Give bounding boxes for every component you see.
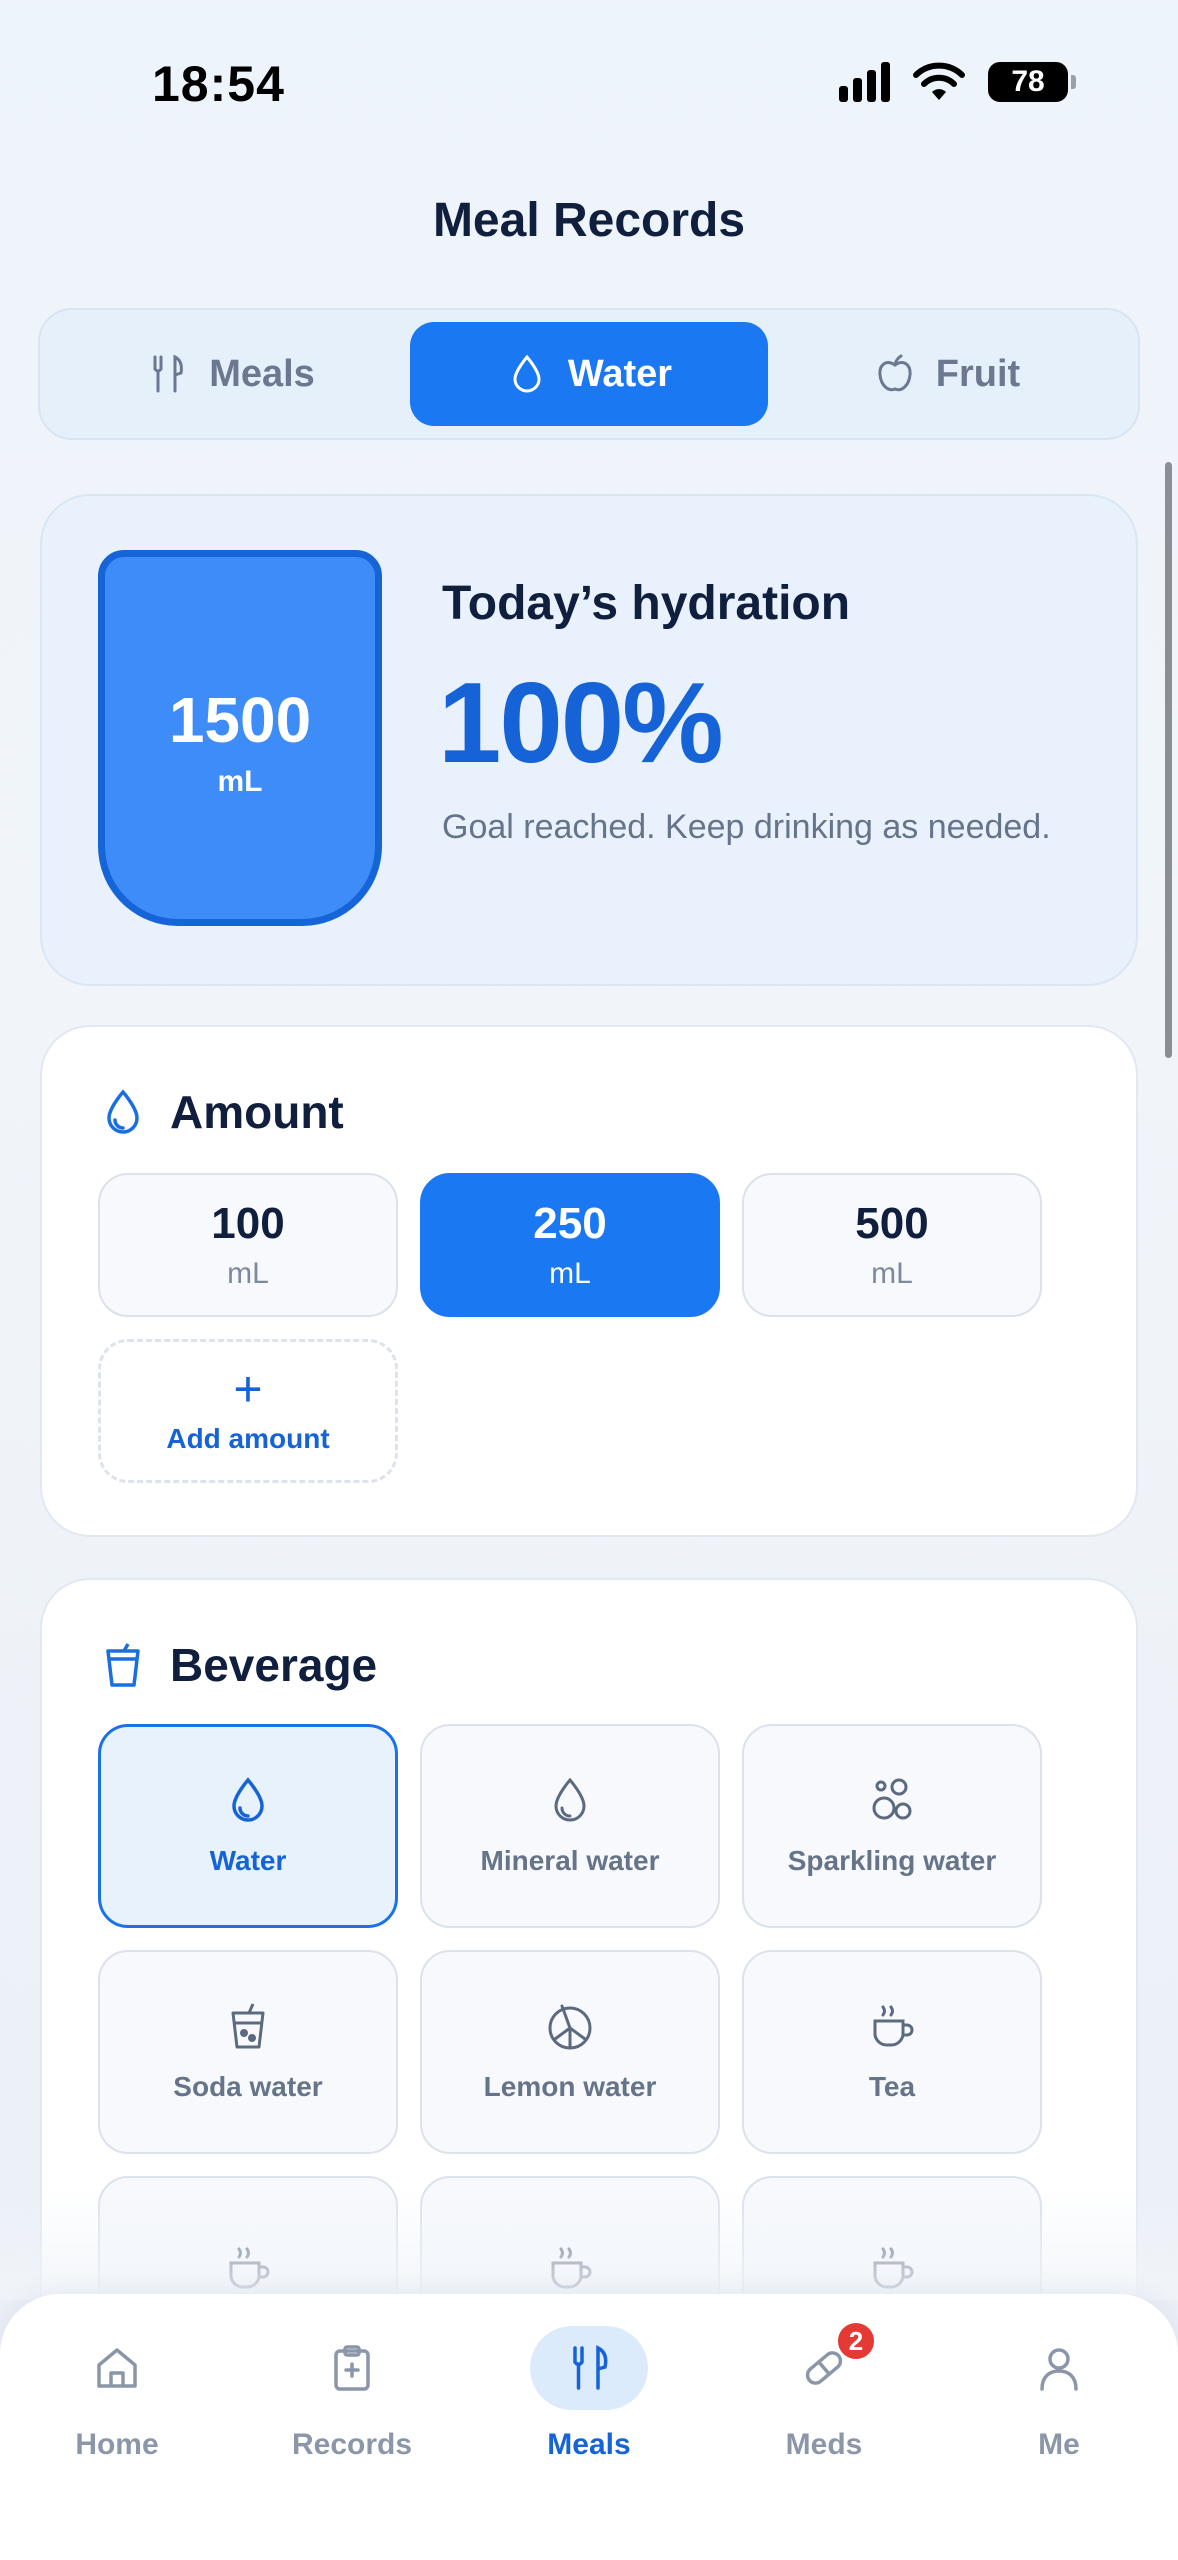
hydration-percent: 100% bbox=[438, 660, 724, 787]
amount-option-250[interactable]: 250 mL bbox=[420, 1173, 720, 1317]
status-bar: 18:54 78 bbox=[0, 0, 1178, 170]
beverage-mineral-water[interactable]: Mineral water bbox=[420, 1724, 720, 1928]
battery-icon: 78 bbox=[988, 62, 1076, 102]
beverage-soda-water[interactable]: Soda water bbox=[98, 1950, 398, 2154]
tabbar-home[interactable]: Home bbox=[17, 2326, 217, 2462]
plus-icon: + bbox=[233, 1361, 263, 1417]
beverage-label: Soda water bbox=[173, 2071, 323, 2102]
scrollbar[interactable] bbox=[1165, 462, 1172, 1058]
tab-fruit[interactable]: Fruit bbox=[768, 322, 1126, 426]
tab-label: Home bbox=[75, 2428, 159, 2461]
beverage-sparkling-water[interactable]: Sparkling water bbox=[742, 1724, 1042, 1928]
bubbles-icon bbox=[872, 1778, 912, 1820]
amount-header: Amount bbox=[102, 1085, 344, 1139]
wifi-icon bbox=[913, 62, 965, 100]
signal-icon bbox=[839, 62, 890, 102]
meds-badge: 2 bbox=[835, 2320, 877, 2362]
tab-label: Records bbox=[291, 2428, 413, 2461]
droplet-outline-icon bbox=[554, 1777, 586, 1822]
beverage-tea[interactable]: Tea bbox=[742, 1950, 1042, 2154]
amount-option-100[interactable]: 100 mL bbox=[98, 1173, 398, 1317]
user-icon bbox=[1040, 2348, 1078, 2391]
soda-cup-icon bbox=[231, 2003, 265, 2049]
record-type-tabs: Meals Water Fruit bbox=[38, 308, 1140, 440]
amount-unit: mL bbox=[871, 1257, 913, 1290]
tab-water-label: Water bbox=[567, 352, 673, 395]
utensils-icon bbox=[153, 354, 184, 393]
amount-value: 100 bbox=[211, 1199, 285, 1248]
clipboard-icon bbox=[334, 2345, 370, 2391]
hydration-title: Today’s hydration bbox=[442, 577, 851, 630]
beverage-label: Mineral water bbox=[480, 1845, 660, 1876]
hydration-card: 1500 mL Today’s hydration 100% Goal reac… bbox=[40, 494, 1138, 986]
cup-icon bbox=[106, 1643, 140, 1687]
apple-icon bbox=[878, 354, 912, 392]
amount-value: 250 bbox=[533, 1199, 607, 1248]
tabbar-me[interactable]: Me bbox=[959, 2326, 1159, 2462]
droplet-icon bbox=[232, 1777, 264, 1822]
tab-icon bbox=[530, 2326, 648, 2410]
tea-cup-icon bbox=[873, 2005, 914, 2047]
tabbar-meds[interactable]: 2 Meds bbox=[724, 2320, 924, 2462]
beverage-title: Beverage bbox=[170, 1639, 378, 1691]
tab-fruit-label: Fruit bbox=[935, 352, 1021, 395]
tab-icon bbox=[1000, 2326, 1118, 2410]
beverage-label: Tea bbox=[868, 2071, 916, 2102]
beverage-water[interactable]: Water bbox=[98, 1724, 398, 1928]
tabbar-meals[interactable]: Meals bbox=[489, 2326, 689, 2462]
scroll-fade bbox=[0, 2190, 1178, 2300]
amount-unit: mL bbox=[227, 1257, 269, 1290]
beverage-label: Water bbox=[209, 1845, 287, 1876]
amount-unit: mL bbox=[549, 1257, 591, 1290]
bottom-tab-bar: Home Records Meals 2 Meds Me bbox=[0, 2294, 1178, 2560]
tab-label: Me bbox=[1038, 2428, 1080, 2461]
page-title: Meal Records bbox=[432, 194, 746, 247]
tab-icon bbox=[293, 2326, 411, 2410]
tabbar-records[interactable]: Records bbox=[252, 2326, 452, 2462]
beverage-header: Beverage bbox=[102, 1638, 377, 1692]
tab-meals-label: Meals bbox=[209, 352, 315, 395]
hydration-note: Goal reached. Keep drinking as needed. bbox=[442, 808, 1051, 846]
beverage-label: Lemon water bbox=[483, 2071, 657, 2102]
amount-value: 500 bbox=[855, 1199, 929, 1248]
status-time: 18:54 bbox=[152, 56, 285, 112]
droplet-icon bbox=[513, 354, 541, 393]
droplet-icon bbox=[107, 1089, 139, 1134]
amount-title: Amount bbox=[170, 1086, 344, 1138]
home-icon bbox=[97, 2348, 137, 2388]
tab-label: Meds bbox=[785, 2428, 863, 2461]
tab-meals[interactable]: Meals bbox=[52, 322, 410, 426]
amount-options: 100 mL 250 mL 500 mL + Add amount bbox=[98, 1173, 1042, 1483]
utensils-icon bbox=[573, 2345, 608, 2390]
tab-label: Meals bbox=[547, 2428, 631, 2461]
beverage-label: Sparkling water bbox=[787, 1845, 997, 1876]
tab-icon bbox=[58, 2326, 176, 2410]
add-amount-button[interactable]: + Add amount bbox=[98, 1339, 398, 1483]
tab-icon: 2 bbox=[765, 2320, 883, 2410]
add-amount-label: Add amount bbox=[166, 1423, 330, 1454]
cup-value: 1500 bbox=[168, 684, 312, 756]
tab-water[interactable]: Water bbox=[410, 322, 768, 426]
cup-unit: mL bbox=[217, 765, 263, 798]
amount-card: Amount 100 mL 250 mL 500 mL + Add amount bbox=[40, 1025, 1138, 1537]
lemon-slice-icon bbox=[548, 2004, 592, 2050]
amount-option-500[interactable]: 500 mL bbox=[742, 1173, 1042, 1317]
water-cup-graphic: 1500 mL bbox=[98, 550, 382, 926]
status-icons: 78 bbox=[839, 62, 1076, 102]
beverage-lemon-water[interactable]: Lemon water bbox=[420, 1950, 720, 2154]
